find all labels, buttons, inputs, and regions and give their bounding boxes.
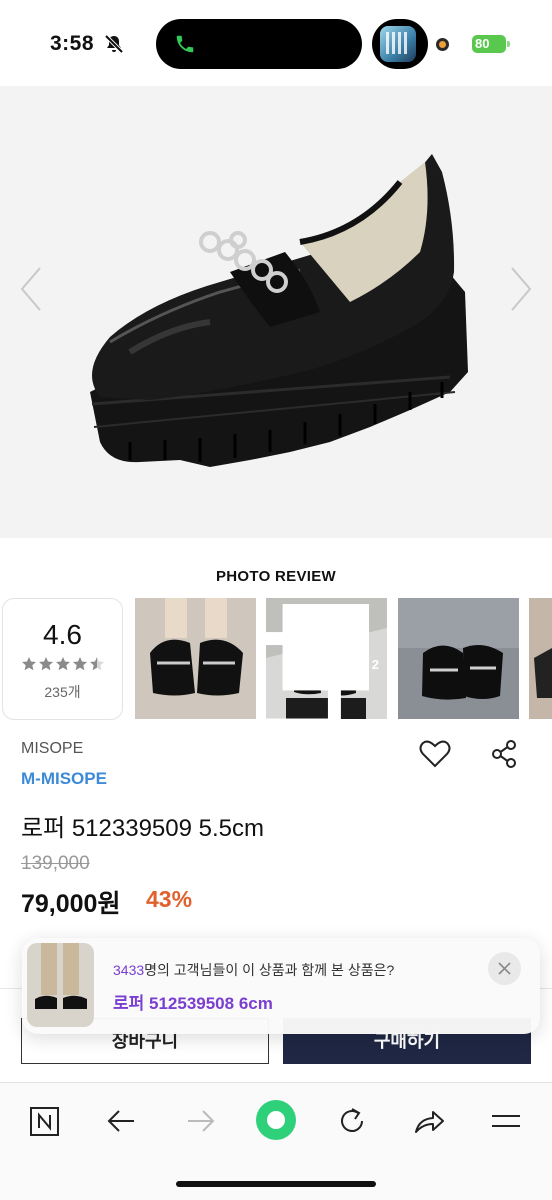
phone-icon <box>176 35 194 53</box>
app-thumbnail-icon[interactable] <box>372 19 428 69</box>
back-arrow-icon[interactable] <box>104 1103 140 1139</box>
review-photo-3 <box>398 598 519 719</box>
battery-level: 80 <box>475 36 490 51</box>
status-time: 3:58 <box>50 32 95 55</box>
review-photo-1 <box>135 598 256 719</box>
menu-icon[interactable] <box>488 1103 524 1139</box>
share-icon[interactable] <box>490 739 518 769</box>
recommendation-product-name[interactable]: 로퍼 512539508 6cm <box>113 989 273 1014</box>
multi-photo-badge: 2 <box>266 604 379 719</box>
status-bar: 3:58 80 <box>0 0 552 86</box>
sale-price: 79,000원 <box>21 890 121 918</box>
forward-arrow-icon[interactable] <box>182 1103 218 1139</box>
brand-name: MISOPE <box>21 740 84 757</box>
review-photo-thumbnail[interactable] <box>398 598 519 719</box>
recommendation-message: 3433명의 고객님들이 이 상품과 함께 본 상품은? <box>113 960 394 980</box>
green-dot-home-icon[interactable] <box>254 1098 298 1142</box>
bell-slash-icon <box>104 34 124 54</box>
star-rating-icon <box>21 657 104 671</box>
close-button[interactable] <box>488 952 521 985</box>
review-photo-thumbnail[interactable]: 2 <box>266 598 387 719</box>
photo-review-title: PHOTO REVIEW <box>215 568 336 585</box>
refresh-icon[interactable] <box>334 1103 370 1139</box>
review-photo-4 <box>529 598 552 719</box>
product-hero[interactable] <box>0 86 552 538</box>
product-image <box>90 154 468 467</box>
multi-photo-count: 2 <box>371 657 379 672</box>
heart-icon[interactable] <box>419 740 451 768</box>
recommendation-product-image <box>27 943 94 1027</box>
recommendation-text: 명의 고객님들이 이 상품과 함께 본 상품은? <box>144 962 395 978</box>
chevron-left-icon[interactable] <box>16 264 46 314</box>
share-arrow-icon[interactable] <box>411 1103 447 1139</box>
rating-summary-card[interactable]: 4.6 235개 <box>2 598 123 720</box>
review-count: 235개 <box>44 684 81 700</box>
viewer-count: 3433 <box>113 962 145 978</box>
review-photo-thumbnail[interactable] <box>135 598 256 719</box>
recommendation-popup[interactable]: 3433명의 고객님들이 이 상품과 함께 본 상품은? 로퍼 51253950… <box>22 938 540 1034</box>
review-photo-thumbnail[interactable] <box>529 598 552 719</box>
chevron-right-icon[interactable] <box>506 264 536 314</box>
recording-dot-icon <box>436 38 449 51</box>
original-price: 139,000 <box>21 853 90 874</box>
rating-value: 4.6 <box>43 619 82 650</box>
battery-icon: 80 <box>472 35 510 53</box>
recommendation-thumbnail[interactable] <box>27 943 94 1027</box>
naver-n-icon[interactable] <box>27 1103 63 1139</box>
close-icon <box>498 962 511 975</box>
home-indicator[interactable] <box>176 1181 376 1187</box>
discount-rate: 43% <box>146 886 193 912</box>
product-name: 로퍼 512339509 5.5cm <box>21 815 264 842</box>
copy-icon <box>266 604 369 719</box>
dynamic-island[interactable] <box>156 19 362 69</box>
store-link[interactable]: M-MISOPE <box>21 769 107 789</box>
